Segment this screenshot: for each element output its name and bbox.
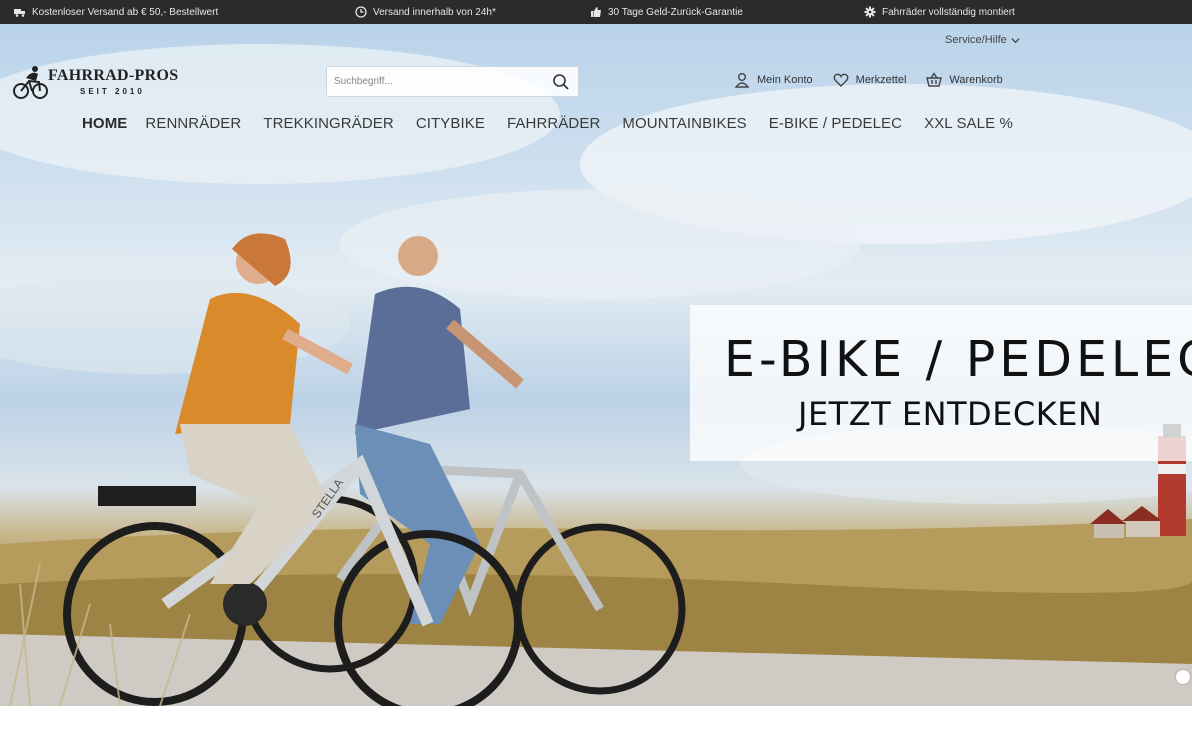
nav-item-rennraeder[interactable]: RENNRÄDER [145,115,241,132]
cart-label: Warenkorb [949,74,1003,86]
wishlist-label: Merkzettel [855,74,907,86]
user-icon [734,73,750,88]
main-nav: HOME RENNRÄDER TREKKINGRÄDER CITYBIKE FA… [82,115,1035,132]
nav-item-trekkingraeder[interactable]: TREKKINGRÄDER [263,115,394,132]
hero-subtitle: JETZT ENTDECKEN [798,395,1103,433]
service-help-menu[interactable]: Service/Hilfe [945,34,1020,46]
my-account-link[interactable]: Mein Konto [734,72,813,88]
promo-text: Versand innerhalb von 24h* [373,6,496,18]
service-help-label: Service/Hilfe [945,34,1007,46]
heart-icon [833,73,849,87]
logo-tagline: SEIT 2010 [80,87,145,96]
hero-title: E-BIKE / PEDELEC [724,331,1192,388]
promo-bar: Kostenloser Versand ab € 50,- Bestellwer… [0,0,1192,24]
gear-icon [864,6,876,18]
chevron-down-icon [1011,37,1020,43]
promo-item-delivery: Versand innerhalb von 24h* [355,0,496,24]
logo[interactable]: FAHRRAD-PROS SEIT 2010 [12,64,202,100]
promo-item-guarantee: 30 Tage Geld-Zurück-Garantie [590,0,743,24]
clock-icon [355,6,367,18]
promo-item-assembled: Fahrräder vollständig montiert [864,0,1015,24]
nav-item-xxl-sale[interactable]: XXL SALE % [924,115,1013,132]
promo-text: Kostenloser Versand ab € 50,- Bestellwer… [32,6,219,18]
truck-icon [14,9,25,17]
search-bar [326,66,579,97]
promo-item-shipping: Kostenloser Versand ab € 50,- Bestellwer… [14,0,218,24]
nav-item-citybike[interactable]: CITYBIKE [416,115,485,132]
wishlist-link[interactable]: Merkzettel [833,72,907,88]
nav-item-ebike-pedelec[interactable]: E-BIKE / PEDELEC [769,115,902,132]
account-links: Mein Konto Merkzettel Warenkorb [734,72,1003,88]
basket-icon [926,72,943,87]
cyclist-logo-icon [13,66,48,99]
nav-item-home[interactable]: HOME [82,115,127,132]
search-input[interactable] [327,67,547,96]
logo-name: FAHRRAD-PROS [48,67,179,84]
cart-link[interactable]: Warenkorb [926,72,1003,88]
nav-item-fahrraeder[interactable]: FAHRRÄDER [507,115,600,132]
slider-dot[interactable] [1176,670,1190,684]
my-account-label: Mein Konto [757,74,813,86]
promo-text: Fahrräder vollständig montiert [882,6,1015,18]
nav-item-mountainbikes[interactable]: MOUNTAINBIKES [622,115,746,132]
hero-cta-box[interactable]: E-BIKE / PEDELEC JETZT ENTDECKEN [690,305,1192,461]
thumbs-up-icon [591,7,601,17]
search-icon[interactable] [552,73,570,91]
promo-text: 30 Tage Geld-Zurück-Garantie [608,6,743,18]
